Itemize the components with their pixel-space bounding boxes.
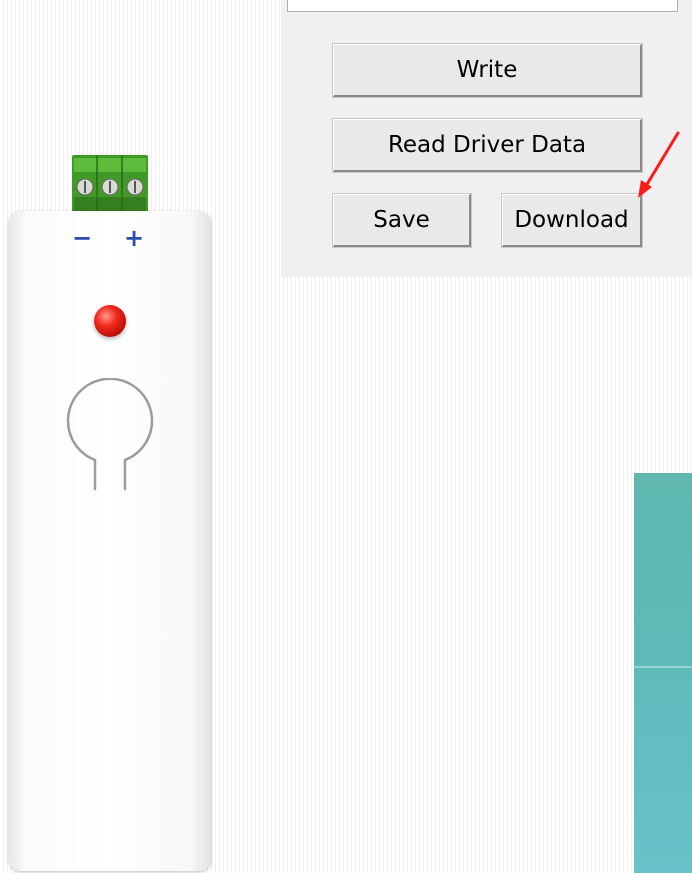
keyhole-icon — [66, 378, 154, 491]
text-field[interactable] — [287, 0, 678, 12]
read-driver-data-button[interactable]: Read Driver Data — [333, 119, 642, 172]
save-button[interactable]: Save — [333, 194, 471, 247]
terminal-block-icon — [72, 155, 148, 213]
led-icon — [94, 305, 126, 337]
polarity-minus-label: − — [72, 224, 93, 252]
write-button[interactable]: Write — [333, 44, 642, 97]
teal-image-divider — [634, 666, 692, 668]
arrow-icon — [638, 131, 680, 198]
teal-image — [634, 473, 692, 873]
download-button[interactable]: Download — [502, 194, 642, 247]
polarity-plus-label: + — [124, 224, 145, 252]
